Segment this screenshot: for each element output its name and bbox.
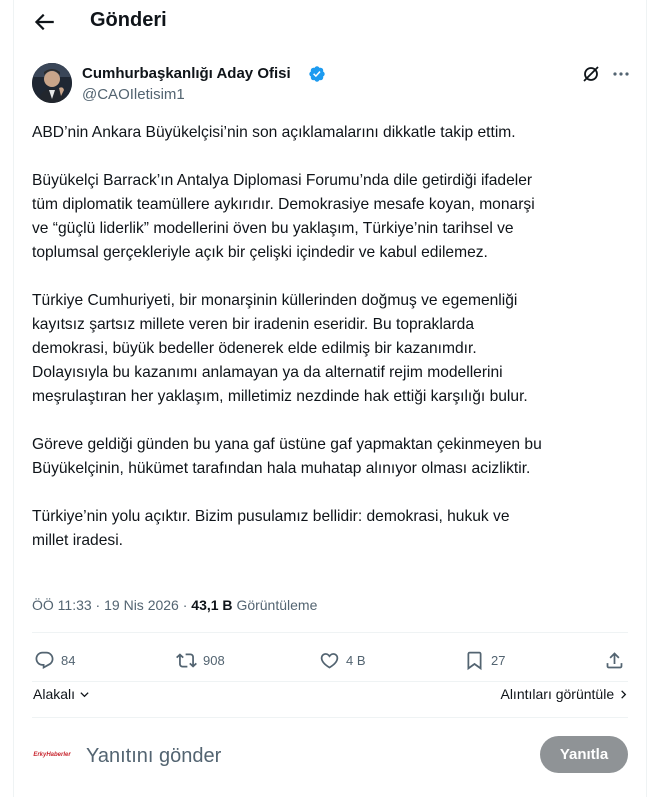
reply-submit-button[interactable]: Yanıtla (540, 736, 628, 773)
tweet-line: ABD’nin Ankara Büyükelçisi’nin son açıkl… (32, 124, 516, 141)
tweet-line: tüm diplomatik teamüllere aykırıdır. Dem… (32, 196, 535, 213)
bookmark-count: 27 (491, 652, 506, 668)
divider (32, 717, 628, 718)
tweet-date[interactable]: 19 Nis 2026 (104, 597, 179, 613)
tweet-line: Türkiye’nin yolu açıktır. Bizim pusulamı… (32, 508, 510, 525)
author-name[interactable]: Cumhurbaşkanlığı Aday Ofisi (82, 65, 291, 82)
divider (32, 681, 628, 682)
like-count: 4 B (346, 652, 366, 668)
bookmark-action-button[interactable]: 27 (464, 649, 505, 671)
tweet-line: Dolayısıyla bu kazanımı anlamayan ya da … (32, 364, 503, 381)
tweet-line: kayıtsız şartsız millete veren bir irade… (32, 316, 475, 333)
tweet-line: meşrulaştıran her yaklaşım, milletimiz n… (32, 388, 528, 405)
page-header: Gönderi (14, 0, 646, 44)
tweet-meta: ÖÖ 11:33 · 19 Nis 2026 · 43,1 B Görüntül… (32, 597, 317, 613)
verified-badge-icon (309, 66, 325, 82)
page-title: Gönderi (90, 9, 167, 31)
views-label: Görüntüleme (236, 597, 318, 613)
tweet-line: Türkiye Cumhuriyeti, bir monarşinin küll… (32, 292, 518, 309)
grok-icon (583, 66, 599, 82)
tweet-line: Büyükelçi Barrack’ın Antalya Diplomasi F… (32, 172, 533, 189)
tweet-paragraph: ABD’nin Ankara Büyükelçisi’nin son açıkl… (32, 121, 632, 145)
reply-count: 84 (61, 652, 76, 668)
arrow-left-icon (34, 13, 54, 31)
sort-relevance-dropdown[interactable]: Alakalı (33, 686, 90, 702)
tweet-line: Göreve geldiği günden bu yana gaf üstüne… (32, 436, 542, 453)
tweet-line: demokrasi, büyük bedeller ödenerek elde … (32, 340, 477, 357)
share-icon (606, 651, 623, 668)
avatar-photo (32, 63, 72, 103)
post-detail-column: Gönderi Cumhurbaşkanlığı Aday Ofisi @CAO… (13, 0, 647, 797)
tweet-line: ve “güçlü liderlik” modellerini öven bu … (32, 220, 514, 237)
grok-button[interactable] (581, 64, 601, 84)
meta-separator: · (91, 597, 105, 613)
meta-separator: · (178, 597, 192, 613)
views-count: 43,1 B (191, 597, 233, 613)
sort-label: Alakalı (33, 686, 76, 702)
bookmark-icon (467, 651, 482, 670)
tweet-paragraph: Türkiye’nin yolu açıktır. Bizim pusulamı… (32, 505, 632, 553)
author-handle[interactable]: @CAOIletisim1 (82, 86, 185, 103)
heart-icon (320, 652, 339, 669)
tweet-time[interactable]: ÖÖ 11:33 (32, 597, 92, 613)
view-quotes-link[interactable]: Alıntıları görüntüle (500, 686, 629, 702)
tweet-paragraph: Türkiye Cumhuriyeti, bir monarşinin küll… (32, 289, 632, 409)
chevron-right-icon (621, 690, 627, 699)
share-action-button[interactable] (604, 649, 631, 671)
tweet-line: Büyükelçinin, hükümet tarafından hala mu… (32, 460, 531, 477)
reply-icon (35, 651, 54, 669)
chevron-down-icon (80, 692, 89, 698)
repost-icon (176, 652, 197, 668)
like-action-button[interactable]: 4 B (319, 649, 366, 671)
tweet-paragraph: Büyükelçi Barrack’ın Antalya Diplomasi F… (32, 169, 632, 265)
tweet-text: ABD’nin Ankara Büyükelçisi’nin son açıkl… (32, 121, 632, 577)
more-horizontal-icon (613, 72, 629, 76)
divider (32, 632, 628, 633)
repost-action-button[interactable]: 908 (176, 649, 225, 671)
tweet-paragraph: Göreve geldiği günden bu yana gaf üstüne… (32, 433, 632, 481)
repost-count: 908 (203, 652, 225, 668)
reply-action-button[interactable]: 84 (34, 649, 75, 671)
more-button[interactable] (611, 64, 631, 84)
user-avatar: ErkyHaberler (32, 735, 72, 775)
user-avatar-logo: ErkyHaberler (33, 752, 71, 758)
reply-input[interactable] (84, 742, 448, 770)
quotes-label: Alıntıları görüntüle (500, 686, 615, 702)
author-avatar[interactable] (32, 63, 72, 103)
tweet-line: toplumsal gerçekleriyle açık bir çelişki… (32, 244, 488, 261)
back-button[interactable] (31, 9, 57, 35)
tweet-line: millet iradesi. (32, 532, 123, 549)
